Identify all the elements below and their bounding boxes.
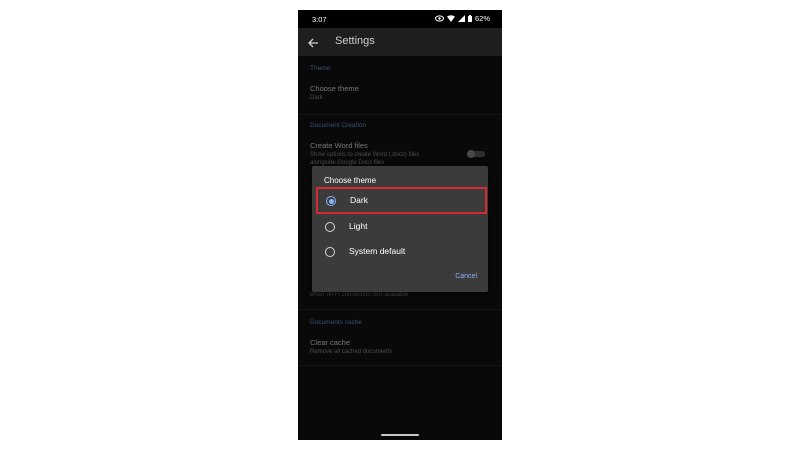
page-title: Settings: [335, 35, 375, 47]
option-label: Light: [349, 221, 368, 231]
status-icons: 62%: [434, 14, 490, 23]
theme-option-system-default[interactable]: System default: [316, 239, 488, 264]
phone-screen: 3:07 62% Settings Theme Choose theme: [298, 10, 502, 440]
radio-selected-icon: [326, 196, 336, 206]
cancel-button[interactable]: Cancel: [455, 273, 477, 280]
option-label: Dark: [350, 195, 368, 205]
app-bar: Settings: [298, 28, 502, 56]
signal-icon: [457, 15, 465, 22]
eye-icon: [434, 15, 444, 22]
wifi-icon: [446, 15, 455, 22]
status-bar: 3:07 62%: [298, 10, 502, 28]
radio-dot: [328, 198, 334, 204]
gesture-nav-handle[interactable]: [381, 434, 419, 436]
choose-theme-dialog: Choose theme Dark Light System default C…: [312, 166, 488, 292]
radio-unselected-icon: [325, 247, 335, 257]
option-label: System default: [349, 246, 406, 256]
battery-percent: 62%: [474, 14, 490, 23]
battery-icon: [467, 15, 472, 22]
status-time: 3:07: [312, 15, 327, 24]
theme-option-dark[interactable]: Dark: [316, 187, 487, 214]
dialog-title: Choose theme: [324, 176, 377, 185]
theme-option-light[interactable]: Light: [316, 214, 488, 239]
radio-unselected-icon: [325, 222, 335, 232]
arrow-back-icon[interactable]: [307, 36, 319, 48]
